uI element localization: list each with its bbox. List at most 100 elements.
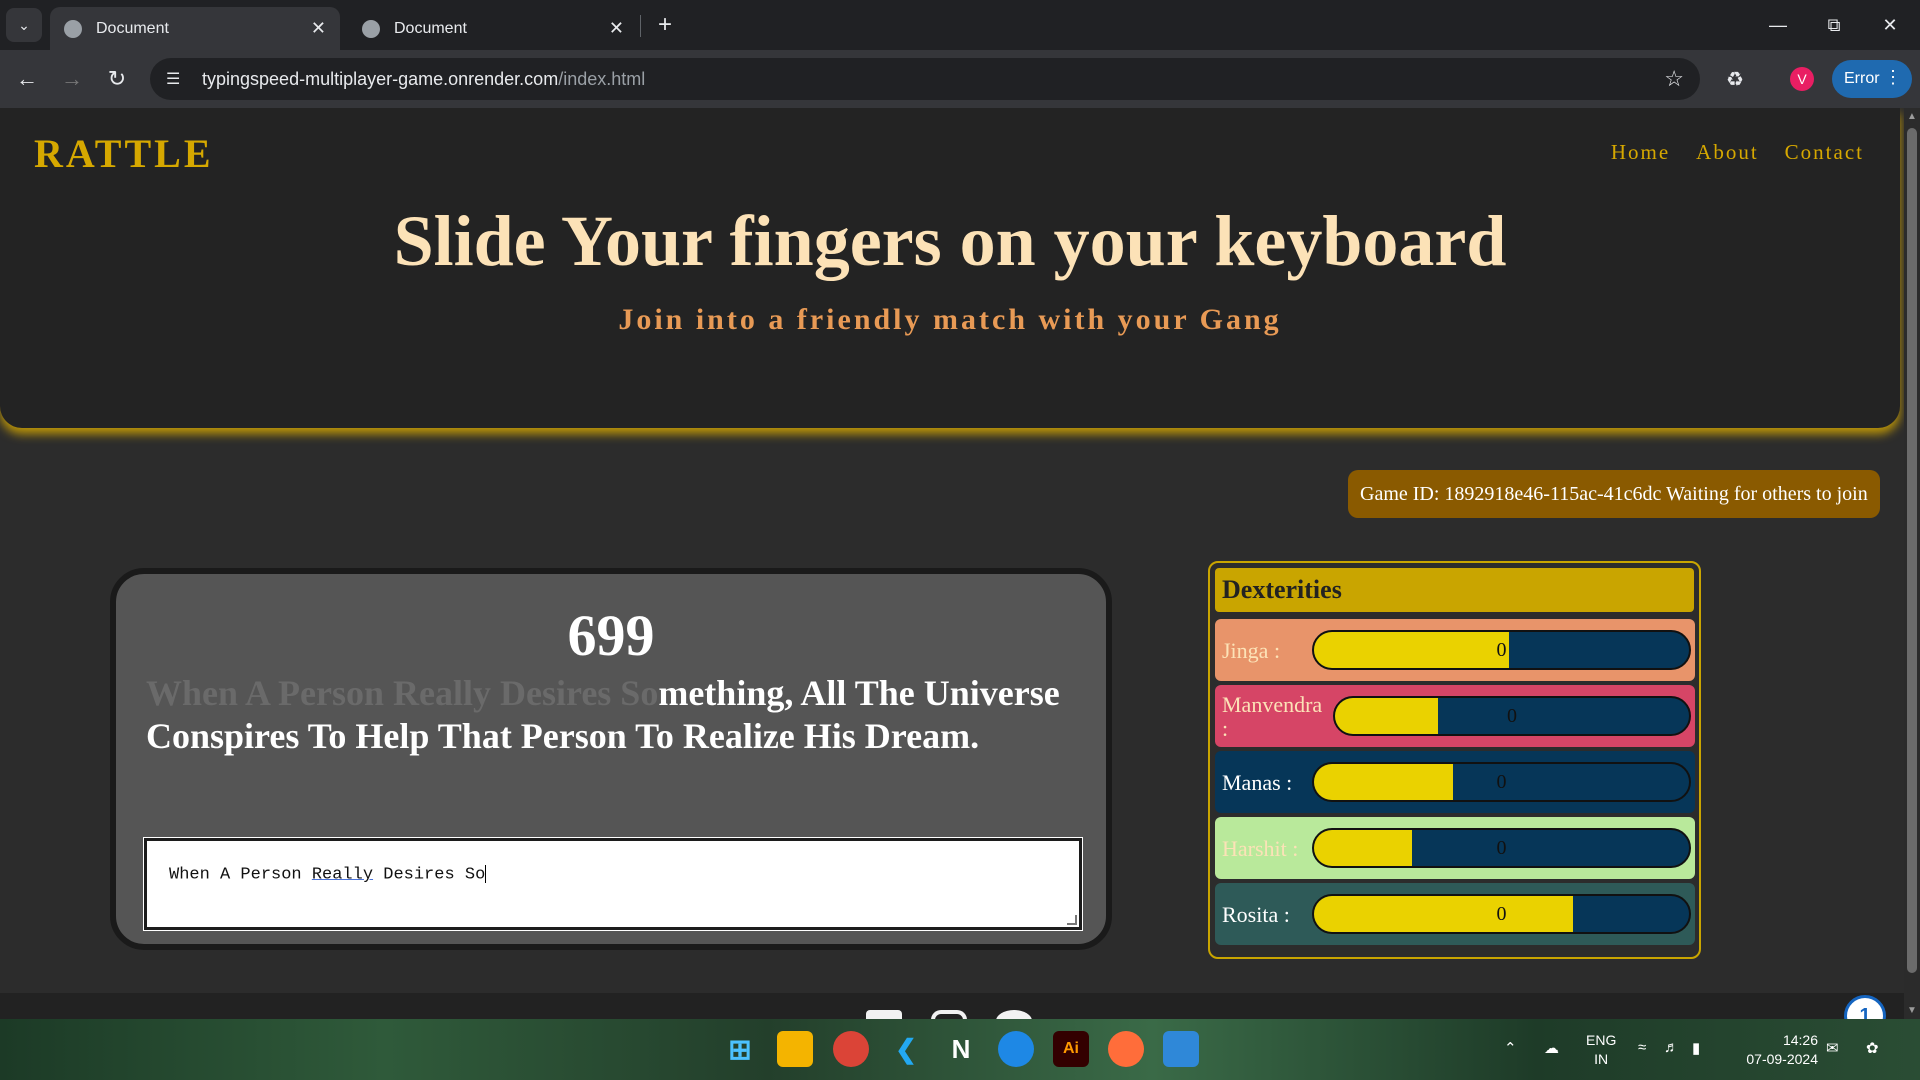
player-name: Jinga : [1222, 638, 1281, 663]
player-name: Rosita : [1222, 902, 1290, 927]
url-path: /index.html [558, 68, 646, 89]
dexterity-row: Jinga : 0 [1215, 619, 1695, 681]
chrome-icon[interactable] [833, 1031, 869, 1067]
edge-icon[interactable] [998, 1031, 1034, 1067]
battery-icon[interactable]: ▮ [1692, 1039, 1700, 1057]
extensions-icon[interactable]: ♻ [1718, 62, 1752, 96]
linkedin-icon[interactable] [866, 1010, 902, 1019]
dexterity-row: Harshit : 0 [1215, 817, 1695, 879]
tab-search-button[interactable]: ⌄ [6, 8, 42, 42]
tab-divider [640, 15, 641, 37]
postman-icon[interactable] [1108, 1031, 1144, 1067]
hero-header: RATTLE Home About Contact Slide Your fin… [0, 108, 1900, 428]
player-score: 0 [1496, 639, 1507, 661]
close-icon[interactable]: ✕ [311, 18, 326, 39]
globe-icon [64, 19, 82, 38]
onedrive-icon[interactable]: ☁ [1544, 1039, 1559, 1057]
typing-card: 699 When A Person Really Desires Somethi… [110, 568, 1112, 950]
clock-date: 07-09-2024 [1746, 1051, 1818, 1067]
tray-overflow-icon[interactable]: ⌃ [1504, 1039, 1517, 1057]
game-status-badge: Game ID: 1892918e46-115ac-41c6dc Waiting… [1348, 470, 1880, 518]
countdown-counter: 699 [567, 603, 655, 668]
dexterity-row: Manvendra : 0 [1215, 685, 1695, 747]
language-code: ENG [1586, 1032, 1617, 1048]
reload-button[interactable]: ↻ [100, 62, 134, 96]
tab-document[interactable]: Document ✕ [348, 7, 638, 50]
notification-bell-icon[interactable]: ✉ [1826, 1039, 1839, 1057]
progress-bar: 0 [1312, 762, 1691, 802]
globe-icon [362, 19, 380, 38]
page-viewport: RATTLE Home About Contact Slide Your fin… [0, 108, 1904, 1019]
player-name: Harshit : [1222, 836, 1299, 861]
dexterity-row: Rosita : 0 [1215, 883, 1695, 945]
quote-text: When A Person Really Desires Something, … [146, 672, 1086, 758]
notion-icon[interactable]: Ν [943, 1031, 979, 1067]
dexterities-panel: Dexterities Jinga : 0 Manvendra : 0 Manas : 0… [1208, 561, 1701, 959]
tab-title: Document [96, 19, 169, 37]
illustrator-icon[interactable]: Ai [1053, 1031, 1089, 1067]
address-bar[interactable]: ☰ typingspeed-multiplayer-game.onrender.… [150, 58, 1700, 100]
input-text-spellcheck: Really [311, 865, 374, 885]
language-indicator[interactable]: ENG IN [1586, 1031, 1616, 1069]
profile-avatar[interactable]: V [1790, 67, 1814, 91]
progress-bar: 0 [1333, 696, 1691, 736]
error-label: Error [1844, 70, 1880, 87]
progress-bar: 0 [1312, 894, 1691, 934]
input-text-after: Desires So [373, 865, 486, 885]
back-button[interactable]: ← [10, 62, 44, 96]
bookmark-star-icon[interactable]: ☆ [1664, 66, 1684, 92]
hero-headline: Slide Your fingers on your keyboard [393, 201, 1507, 281]
page-scrollbar[interactable]: ▲ ▼ [1904, 108, 1920, 1019]
player-score: 0 [1496, 903, 1507, 925]
player-score: 0 [1507, 705, 1517, 727]
typing-input[interactable]: When A Person Really Desires So [143, 837, 1083, 931]
scroll-up-arrow-icon[interactable]: ▲ [1907, 111, 1917, 122]
window-close-button[interactable]: ✕ [1862, 0, 1918, 50]
instagram-icon[interactable] [931, 1010, 967, 1019]
copilot-icon[interactable]: ✿ [1866, 1039, 1879, 1057]
nav-home-link[interactable]: Home [1611, 140, 1670, 165]
dexterities-title: Dexterities [1215, 568, 1694, 612]
site-logo[interactable]: RATTLE [34, 130, 214, 177]
browser-tabstrip: ⌄ Document ✕ Document ✕ + — ⧉ ✕ [0, 0, 1920, 50]
language-region: IN [1594, 1051, 1609, 1067]
text-caret [485, 865, 487, 883]
input-text-before: When A Person [169, 865, 312, 885]
nav-about-link[interactable]: About [1696, 140, 1759, 165]
windows-taskbar: ⊞ ❮ Ν Ai ⌃ ☁ ENG IN ≈ ♬ ▮ 14:26 07-09-20… [0, 1019, 1920, 1080]
new-tab-button[interactable]: + [650, 10, 680, 40]
vscode-icon[interactable]: ❮ [888, 1031, 924, 1067]
nav-contact-link[interactable]: Contact [1785, 140, 1864, 165]
progress-bar: 0 [1312, 630, 1691, 670]
player-score: 0 [1496, 771, 1507, 793]
scroll-down-arrow-icon[interactable]: ▼ [1907, 1005, 1917, 1016]
close-icon[interactable]: ✕ [609, 18, 624, 39]
windows-start-icon[interactable]: ⊞ [722, 1031, 758, 1067]
progress-bar: 0 [1312, 828, 1691, 868]
main-nav: Home About Contact [1611, 140, 1864, 165]
wifi-icon[interactable]: ≈ [1638, 1039, 1646, 1056]
file-explorer-icon[interactable] [777, 1031, 813, 1067]
player-name: Manvendra : [1222, 692, 1323, 741]
tab-title: Document [394, 19, 467, 37]
forward-button[interactable]: → [55, 62, 89, 96]
hero-subheadline: Join into a friendly match with your Gan… [618, 303, 1282, 336]
more-menu-icon: ⋮ [1884, 67, 1902, 87]
url-host: typingspeed-multiplayer-game.onrender.co… [202, 68, 559, 89]
quote-typed-part: When A Person Really Desires So [146, 673, 659, 713]
restore-button[interactable]: ⧉ [1806, 0, 1862, 50]
minimize-button[interactable]: — [1750, 0, 1806, 50]
chevron-down-icon: ⌄ [18, 16, 30, 33]
browser-toolbar: ← → ↻ ☰ typingspeed-multiplayer-game.onr… [0, 50, 1920, 108]
photos-icon[interactable] [1163, 1031, 1199, 1067]
tab-document-active[interactable]: Document ✕ [50, 7, 340, 50]
dexterity-row: Manas : 0 [1215, 751, 1695, 813]
resize-handle[interactable] [1067, 915, 1077, 925]
scrollbar-thumb[interactable] [1907, 128, 1917, 973]
site-settings-icon[interactable]: ☰ [166, 69, 188, 89]
error-button[interactable]: Error ⋮ [1832, 60, 1912, 98]
clock-time: 14:26 [1782, 1032, 1818, 1048]
player-score: 0 [1496, 837, 1507, 859]
system-clock[interactable]: 14:26 07-09-2024 [1738, 1031, 1818, 1069]
volume-icon[interactable]: ♬ [1664, 1039, 1679, 1056]
